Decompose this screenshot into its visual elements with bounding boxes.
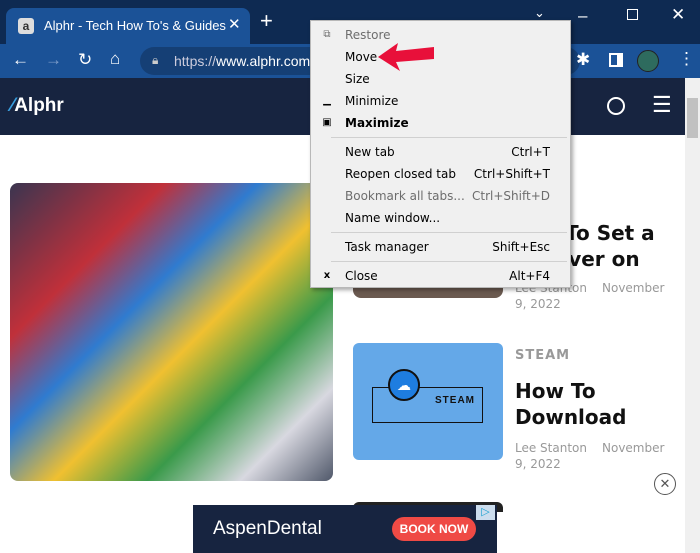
minimize-window-button[interactable]: – [578,6,587,26]
more-menu-icon[interactable]: ⋮ [678,49,695,69]
menu-item-maximize[interactable]: ▣ Maximize [311,112,570,134]
article-date: November [602,281,665,295]
article-date: November [602,441,665,455]
back-button[interactable]: ← [12,50,29,70]
menu-item-size[interactable]: Size [311,68,570,90]
menu-item-bookmark-all-tabs[interactable]: Bookmark all tabs... Ctrl+Shift+D [311,185,570,207]
menu-item-move[interactable]: Move [311,46,570,68]
scrollbar-thumb[interactable] [687,98,698,138]
forward-button[interactable]: → [45,50,62,70]
extensions-icon[interactable]: ✱ [576,50,590,70]
home-button[interactable]: ⌂ [110,49,120,69]
alphr-logo[interactable]: ⁄Alphr [11,95,64,117]
lock-icon: 🔒︎ [152,53,159,67]
window-system-menu: ⧉ Restore Move Size ▁ Minimize ▣ Maximize N… [310,20,571,288]
tab-title: Alphr - Tech How To's & Guides [44,18,226,33]
featured-image-flags[interactable] [10,183,333,481]
maximize-window-button[interactable] [627,9,638,20]
scrollbar[interactable] [685,78,700,553]
steam-label: STEAM [435,395,475,406]
url-scheme: https:// [174,53,217,69]
article-category[interactable]: STEAM [515,348,570,363]
menu-separator [331,137,567,138]
steam-thumbnail[interactable]: ☁ STEAM [353,343,503,460]
ad-banner[interactable]: AspenDental BOOK NOW ▷ [193,505,497,553]
favicon-icon: a [18,18,34,34]
cloud-download-icon: ☁ [388,369,420,401]
search-icon[interactable] [607,97,625,115]
book-now-button[interactable]: BOOK NOW [392,517,476,541]
menu-item-name-window[interactable]: Name window... [311,207,570,229]
menu-item-reopen-closed-tab[interactable]: Reopen closed tab Ctrl+Shift+T [311,163,570,185]
article-date: 9, 2022 [515,457,561,471]
adchoices-icon[interactable]: ▷ [476,505,495,520]
close-window-button[interactable]: ✕ [671,5,685,25]
url-host: www.alphr.com [216,53,311,69]
side-panel-icon[interactable] [609,53,623,67]
menu-separator [331,261,567,262]
profile-avatar[interactable] [637,50,659,72]
close-tab-icon[interactable]: ✕ [228,15,241,33]
reload-button[interactable]: ↻ [78,50,92,70]
maximize-icon: ▣ [322,117,332,128]
close-ad-button[interactable]: ✕ [654,473,676,495]
close-icon: x [323,270,331,281]
minimize-icon: ▁ [323,95,331,106]
hamburger-menu-icon[interactable]: ☰ [652,92,672,118]
menu-item-task-manager[interactable]: Task manager Shift+Esc [311,236,570,258]
restore-icon: ⧉ [323,29,331,40]
menu-item-new-tab[interactable]: New tab Ctrl+T [311,141,570,163]
red-arrow-annotation [378,43,434,71]
menu-item-close[interactable]: x Close Alt+F4 [311,265,570,287]
new-tab-button[interactable]: + [260,10,273,32]
article-author[interactable]: Lee Stanton [515,441,587,455]
menu-separator [331,232,567,233]
article-date: 9, 2022 [515,297,561,311]
article-title[interactable]: How To Download [515,378,626,430]
menu-item-minimize[interactable]: ▁ Minimize [311,90,570,112]
tab-search-icon[interactable]: ⌄ [534,5,545,21]
menu-item-restore[interactable]: ⧉ Restore [311,24,570,46]
browser-tab[interactable]: a Alphr - Tech How To's & Guides ✕ [6,8,250,44]
ad-brand-logo: AspenDental [213,518,322,539]
